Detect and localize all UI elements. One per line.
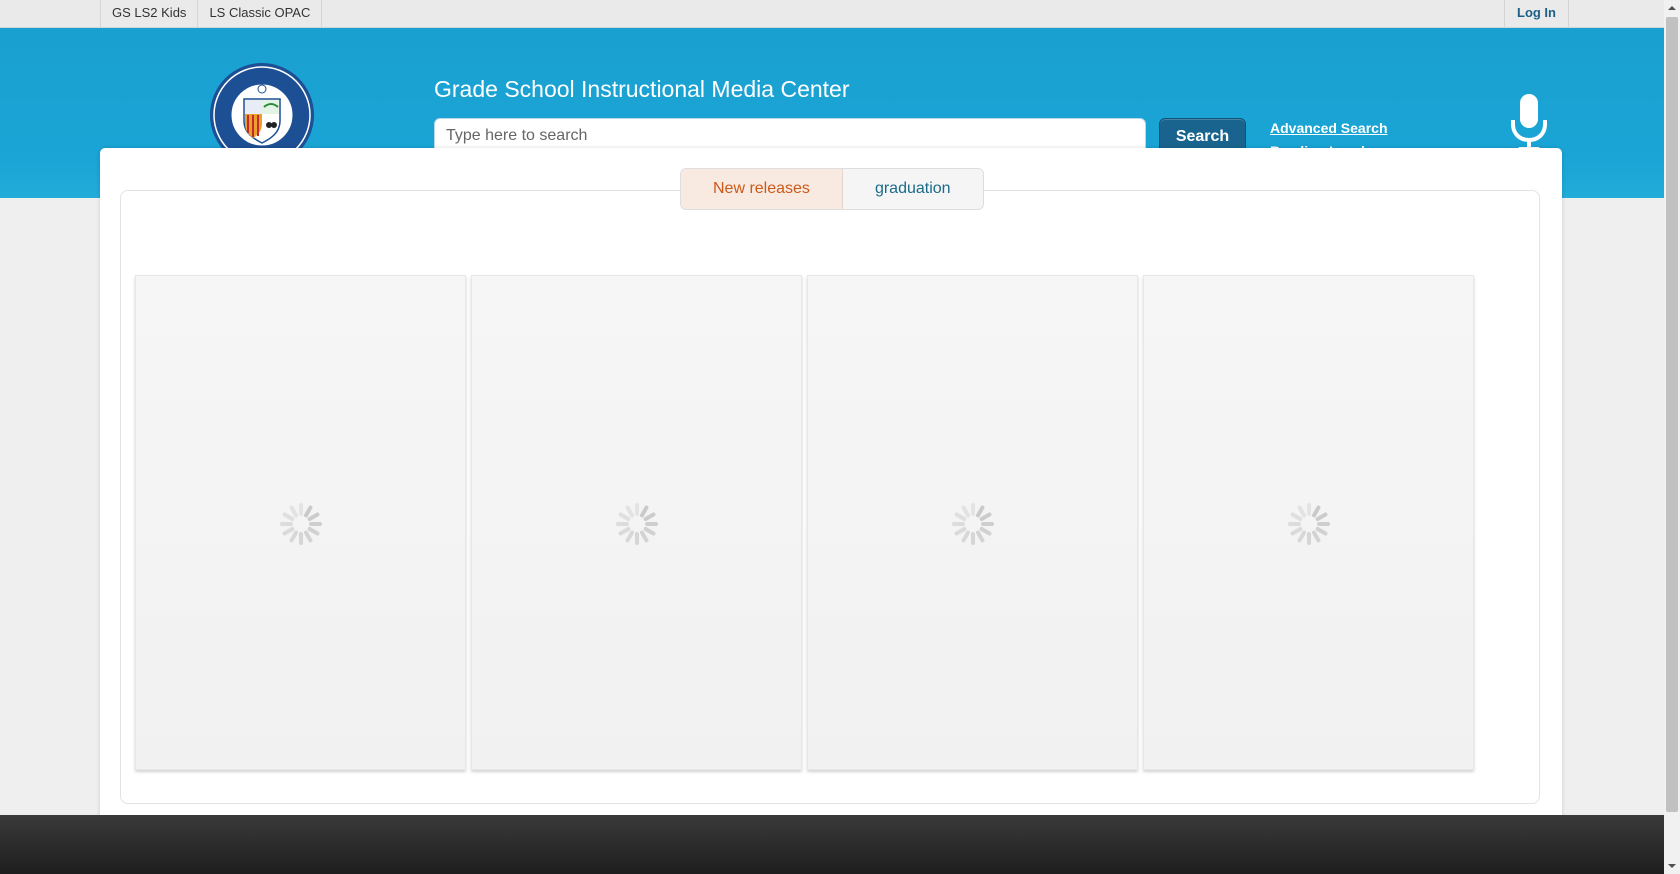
loading-spinner-icon — [952, 503, 994, 545]
book-card[interactable] — [471, 275, 802, 770]
login-link[interactable]: Log In — [1504, 0, 1569, 27]
loading-spinner-icon — [1288, 503, 1330, 545]
book-card[interactable] — [1143, 275, 1474, 770]
category-tabs: New releases graduation — [680, 168, 984, 210]
book-card[interactable] — [807, 275, 1138, 770]
top-link-gs-ls2-kids[interactable]: GS LS2 Kids — [101, 0, 199, 27]
loading-spinner-icon — [616, 503, 658, 545]
top-bar: GS LS2 Kids LS Classic OPAC Log In — [0, 0, 1664, 28]
microphone-icon[interactable] — [1510, 94, 1548, 154]
footer — [0, 815, 1664, 874]
scroll-down-arrow-icon[interactable] — [1664, 858, 1680, 874]
tab-new-releases[interactable]: New releases — [681, 169, 843, 209]
tab-graduation[interactable]: graduation — [842, 169, 983, 209]
scroll-up-arrow-icon[interactable] — [1664, 0, 1680, 16]
advanced-search-link[interactable]: Advanced Search — [1270, 117, 1388, 140]
top-link-ls-classic-opac[interactable]: LS Classic OPAC — [198, 0, 323, 27]
book-card[interactable] — [135, 275, 466, 770]
site-title: Grade School Instructional Media Center — [434, 76, 850, 102]
scrollbar[interactable] — [1664, 0, 1680, 874]
top-links: GS LS2 Kids LS Classic OPAC — [100, 0, 323, 27]
scrollbar-thumb[interactable] — [1666, 17, 1678, 812]
loading-spinner-icon — [280, 503, 322, 545]
